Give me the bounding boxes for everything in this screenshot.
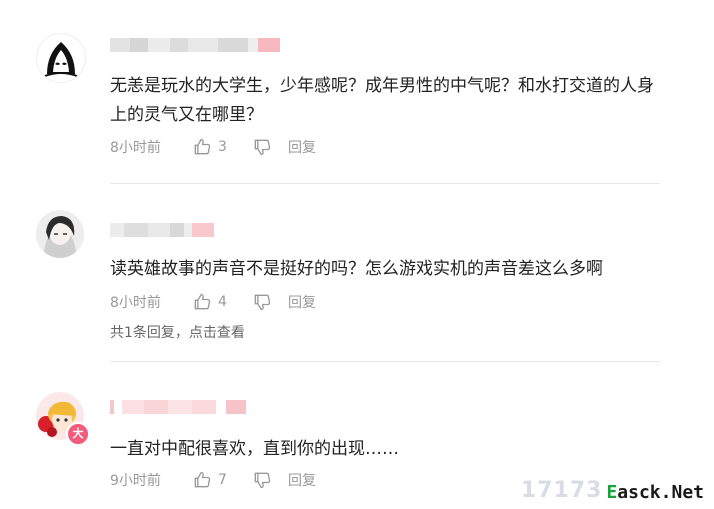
reply-button[interactable]: 回复 bbox=[288, 137, 316, 157]
thumbs-up-icon bbox=[194, 471, 211, 488]
username-blurred[interactable] bbox=[110, 223, 214, 237]
dislike-button[interactable] bbox=[252, 292, 292, 312]
thumbs-up-icon bbox=[194, 293, 211, 310]
thumbs-up-icon bbox=[194, 138, 211, 155]
like-count: 3 bbox=[218, 139, 227, 155]
comment-meta: 8小时前 3 回复 bbox=[110, 137, 316, 157]
like-button[interactable]: 7 bbox=[192, 470, 252, 490]
divider bbox=[110, 361, 660, 362]
comment-time: 9小时前 bbox=[110, 473, 161, 489]
thumbs-down-icon bbox=[254, 472, 271, 489]
thumbs-down-icon bbox=[254, 294, 271, 311]
divider bbox=[110, 183, 660, 184]
username-blurred[interactable] bbox=[110, 400, 246, 414]
avatar-image-icon bbox=[36, 210, 84, 258]
comment-text: 一直对中配很喜欢，直到你的出现…… bbox=[110, 439, 399, 459]
like-count: 7 bbox=[218, 472, 227, 488]
watermark-faint-text: 17173 bbox=[520, 478, 603, 503]
watermark: 17173 Easck.Net bbox=[521, 478, 706, 503]
level-badge: 大 bbox=[66, 422, 90, 446]
like-button[interactable]: 3 bbox=[192, 137, 252, 157]
reply-button[interactable]: 回复 bbox=[288, 470, 316, 490]
username-blurred[interactable] bbox=[110, 38, 280, 52]
avatar-image-icon bbox=[37, 34, 85, 82]
like-button[interactable]: 4 bbox=[192, 292, 252, 312]
comment-time: 8小时前 bbox=[110, 140, 161, 156]
comment-text: 读英雄故事的声音不是挺好的吗？怎么游戏实机的声音差这么多啊 bbox=[110, 259, 603, 279]
view-replies-link[interactable]: 共1条回复，点击查看 bbox=[110, 322, 245, 342]
avatar[interactable] bbox=[36, 210, 84, 258]
comment-text: 无恙是玩水的大学生，少年感呢？成年男性的中气呢？和水打交道的人身上的灵气又在哪里… bbox=[110, 76, 654, 125]
reply-button[interactable]: 回复 bbox=[288, 292, 316, 312]
thumbs-down-icon bbox=[254, 139, 271, 156]
avatar[interactable]: 大 bbox=[36, 392, 90, 446]
comment-meta: 9小时前 7 回复 bbox=[110, 470, 316, 490]
comment-meta: 8小时前 4 回复 bbox=[110, 292, 316, 312]
watermark-site-prefix: E bbox=[606, 482, 618, 503]
dislike-button[interactable] bbox=[252, 470, 292, 490]
comment-time: 8小时前 bbox=[110, 295, 161, 311]
dislike-button[interactable] bbox=[252, 137, 292, 157]
like-count: 4 bbox=[218, 294, 227, 310]
watermark-site-rest: asck.Net bbox=[617, 482, 704, 503]
watermark-site-text: Easck.Net bbox=[604, 482, 706, 503]
avatar[interactable] bbox=[36, 33, 86, 83]
